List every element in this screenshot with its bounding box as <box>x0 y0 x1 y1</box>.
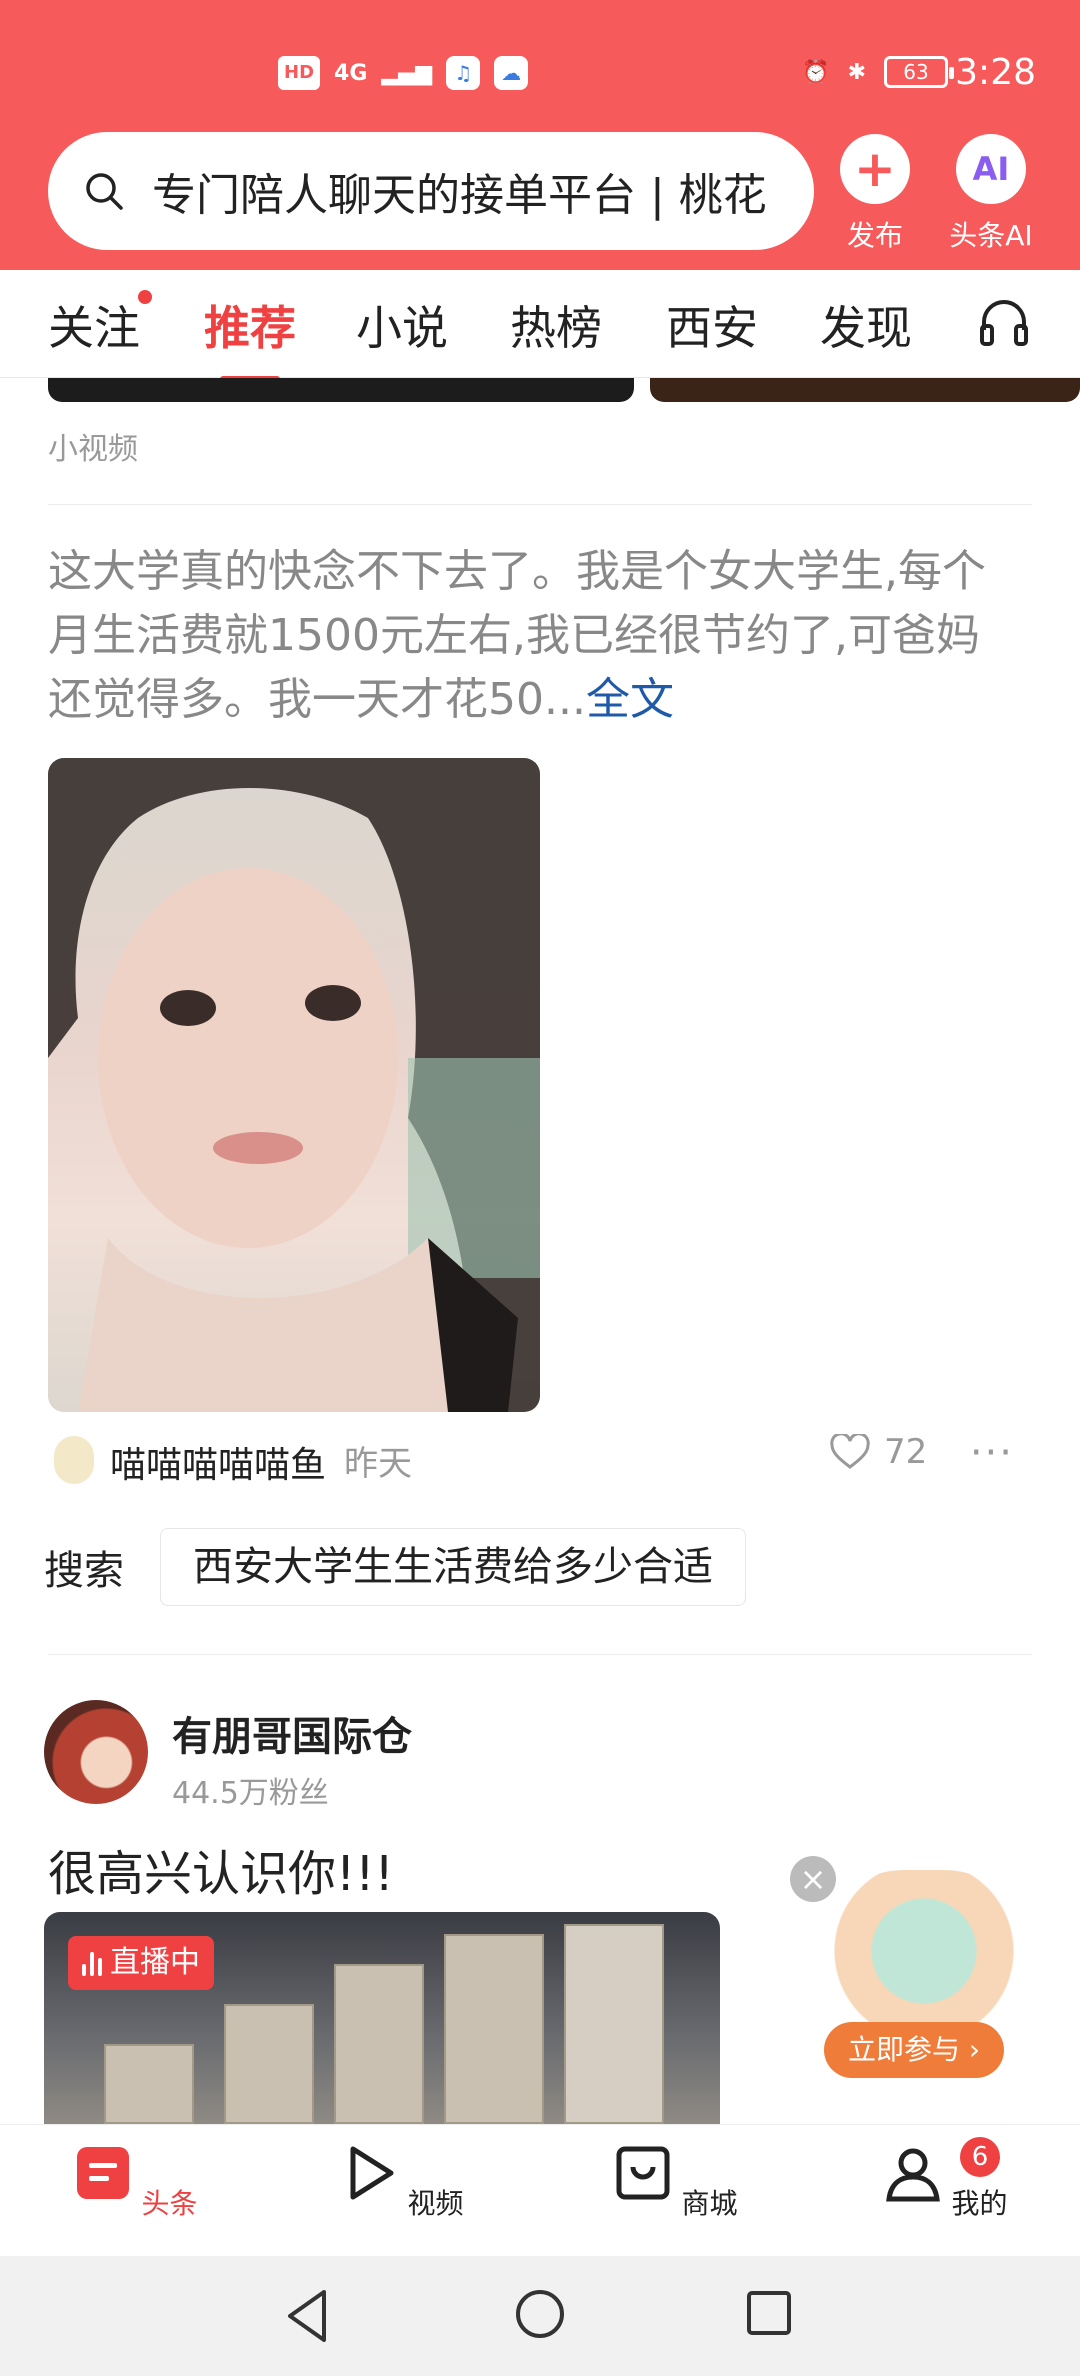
related-search: 搜索 西安大学生生活费给多少合适 <box>44 1528 746 1606</box>
bluetooth-icon: ✱ <box>847 59 866 85</box>
tab-hot-list-label: 热榜 <box>510 301 602 355</box>
tab-xian-label: 西安 <box>666 301 758 355</box>
status-left-icons: HD 4G ▂▄▆ ♫ ☁ <box>278 56 529 90</box>
search-icon <box>86 173 123 210</box>
tab-follow-label: 关注 <box>48 301 140 355</box>
divider <box>48 1654 1032 1655</box>
toutiao-ai-button[interactable]: AI 头条AI <box>936 134 1046 254</box>
live-bars-icon <box>82 1950 102 1976</box>
avatar[interactable] <box>54 1436 94 1484</box>
bottom-nav: 头条 视频 商城 我的 6 <box>0 2124 1080 2256</box>
shopping-bag-icon <box>616 2146 670 2200</box>
article-body: 这大学真的快念不下去了。我是个女大学生,每个月生活费就1500元左右,我已经很节… <box>48 546 986 725</box>
unread-dot <box>138 290 152 304</box>
hd-icon: HD <box>278 56 321 90</box>
like-button[interactable]: 72 <box>830 1432 927 1472</box>
network-icon: 4G <box>334 60 368 86</box>
search-bar[interactable]: 专门陪人聊天的接单平台 | 桃花 <box>48 132 814 250</box>
nav-home[interactable]: 头条 <box>70 2143 200 2222</box>
channel-tabs: 关注 推荐 小说 热榜 西安 发现 <box>0 272 1080 382</box>
related-search-chip[interactable]: 西安大学生生活费给多少合适 <box>160 1528 746 1606</box>
tab-discover-label: 发现 <box>820 301 912 355</box>
publish-label: 发布 <box>846 219 903 252</box>
promo-cta-button[interactable]: 立即参与 › <box>824 2022 1004 2078</box>
nav-me[interactable]: 我的 6 <box>880 2137 1010 2222</box>
divider <box>48 504 1032 505</box>
poster-name[interactable]: 有朋哥国际仓 <box>172 1704 412 1762</box>
shelf-graphic <box>564 1924 664 2124</box>
article-image[interactable] <box>48 758 540 1412</box>
status-bar: HD 4G ▂▄▆ ♫ ☁ ⏰ ✱ 63 3:28 <box>0 0 1080 140</box>
like-count: 72 <box>884 1432 928 1472</box>
more-options-icon[interactable]: ··· <box>970 1430 1014 1476</box>
tab-recommend-label: 推荐 <box>204 301 296 355</box>
nav-video-label: 视频 <box>407 2187 464 2220</box>
post-time: 昨天 <box>344 1444 412 1484</box>
shelf-graphic <box>334 1964 424 2124</box>
read-more-link[interactable]: 全文 <box>586 674 674 725</box>
article-text[interactable]: 这大学真的快念不下去了。我是个女大学生,每个月生活费就1500元左右,我已经很节… <box>48 540 1008 732</box>
author-name[interactable]: 喵喵喵喵喵鱼 <box>110 1436 326 1488</box>
status-right-icons: ⏰ ✱ 63 <box>802 56 954 88</box>
heart-icon <box>830 1434 870 1469</box>
ai-label: 头条AI <box>949 219 1033 252</box>
nav-home-label: 头条 <box>141 2187 198 2220</box>
post-header: 有朋哥国际仓 44.5万粉丝 <box>44 1700 1044 1811</box>
status-time: 3:28 <box>955 52 1036 93</box>
signal-icon: ▂▄▆ <box>381 60 433 86</box>
close-icon[interactable]: × <box>790 1856 836 1902</box>
live-video-thumbnail[interactable]: 直播中 <box>44 1912 720 2124</box>
tab-novel-label: 小说 <box>356 301 448 355</box>
portrait-image <box>48 758 540 1412</box>
related-search-label: 搜索 <box>44 1548 124 1594</box>
notification-badge: 6 <box>960 2137 1000 2177</box>
shelf-graphic <box>104 2044 194 2124</box>
video-thumbnail[interactable] <box>48 378 634 402</box>
tab-discover[interactable]: 发现 <box>820 292 912 358</box>
headphones-icon[interactable] <box>978 296 1030 348</box>
recent-apps-icon[interactable] <box>744 2288 794 2338</box>
tab-follow[interactable]: 关注 <box>48 290 152 358</box>
nav-me-label: 我的 <box>951 2187 1008 2220</box>
nav-mall-label: 商城 <box>681 2187 738 2220</box>
alarm-icon: ⏰ <box>802 59 830 85</box>
tab-novel[interactable]: 小说 <box>356 292 448 358</box>
shelf-graphic <box>444 1934 544 2124</box>
article-author-row: 喵喵喵喵喵鱼 昨天 72 ··· <box>48 1430 1032 1490</box>
avatar[interactable] <box>44 1700 148 1804</box>
tab-xian[interactable]: 西安 <box>666 292 758 358</box>
music-app-icon: ♫ <box>446 56 481 90</box>
publish-button[interactable]: + 发布 <box>820 134 930 254</box>
live-badge: 直播中 <box>68 1936 214 1990</box>
post-title[interactable]: 很高兴认识你!!! <box>48 1834 394 1904</box>
back-icon[interactable] <box>282 2286 332 2346</box>
floating-promo[interactable]: × 立即参与 › <box>790 1850 1050 2090</box>
shelf-graphic <box>224 2004 314 2124</box>
weather-app-icon: ☁ <box>494 56 529 90</box>
ai-icon: AI <box>956 134 1026 204</box>
video-thumbnail[interactable] <box>650 378 1080 402</box>
toutiao-icon <box>76 2147 129 2199</box>
live-label: 直播中 <box>110 1945 200 1980</box>
section-label: 小视频 <box>48 432 138 467</box>
follower-count: 44.5万粉丝 <box>172 1776 329 1811</box>
search-query: 专门陪人聊天的接单平台 | 桃花 <box>152 170 767 221</box>
home-icon[interactable] <box>512 2286 568 2342</box>
nav-video[interactable]: 视频 <box>336 2143 466 2222</box>
battery-icon: 63 <box>884 56 954 88</box>
nav-mall[interactable]: 商城 <box>610 2143 740 2222</box>
user-icon <box>885 2148 940 2202</box>
tab-hot-list[interactable]: 热榜 <box>510 292 602 358</box>
plus-icon: + <box>840 134 910 204</box>
play-icon <box>350 2146 394 2200</box>
system-nav-bar <box>0 2256 1080 2376</box>
tab-recommend[interactable]: 推荐 <box>204 292 296 382</box>
